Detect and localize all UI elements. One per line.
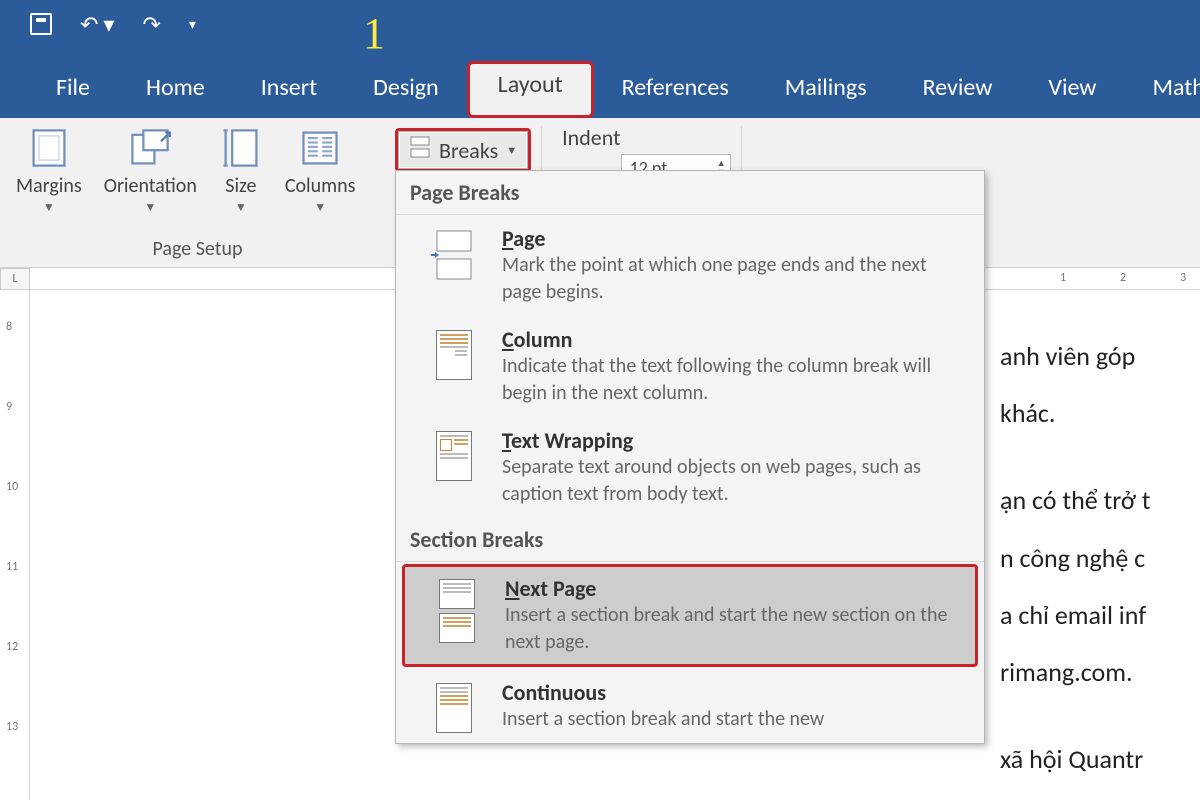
orientation-icon <box>128 126 172 170</box>
tab-review[interactable]: Review <box>895 59 1021 118</box>
breaks-dropdown: Page Breaks Page Mark the point at which… <box>395 170 985 744</box>
tab-mailings[interactable]: Mailings <box>757 59 895 118</box>
menu-item-title: Column <box>502 326 970 353</box>
size-icon <box>219 126 263 170</box>
breaks-item-page[interactable]: Page Mark the point at which one page en… <box>396 215 984 316</box>
text-wrapping-icon <box>424 427 484 508</box>
step2-highlight: Breaks ▼ <box>395 128 531 172</box>
breaks-section-header: Page Breaks <box>396 171 984 215</box>
columns-icon <box>298 126 342 170</box>
redo-button[interactable]: ↷ <box>142 11 160 38</box>
hruler-tick: 1 <box>1060 271 1066 285</box>
menu-item-desc: Separate text around objects on web page… <box>502 454 970 508</box>
breaks-section-header: Section Breaks <box>396 518 984 562</box>
tab-file[interactable]: File <box>28 59 118 118</box>
menu-item-desc: Insert a section break and start the new <box>502 706 970 733</box>
margins-label: Margins <box>16 174 82 198</box>
vruler-tick: 12 <box>6 640 18 654</box>
doc-line: n công nghệ c <box>1000 530 1200 587</box>
menu-item-desc: Indicate that the text following the col… <box>502 353 970 407</box>
vruler-tick: 11 <box>6 560 18 574</box>
margins-button[interactable]: Margins ▼ <box>10 124 88 217</box>
breaks-item-next-page[interactable]: Next Page Insert a section break and sta… <box>402 564 978 667</box>
orientation-button[interactable]: Orientation ▼ <box>98 124 203 217</box>
quick-access-toolbar: ↶ ▾ ↷ ▾ <box>0 0 1200 48</box>
group-label-page-setup: Page Setup <box>10 237 385 265</box>
menu-item-title: Continuous <box>502 679 970 706</box>
chevron-down-icon: ▼ <box>506 144 517 157</box>
chevron-down-icon: ▼ <box>314 200 326 215</box>
tab-home[interactable]: Home <box>118 59 233 118</box>
tab-layout[interactable]: Layout <box>467 61 594 118</box>
margins-icon <box>27 126 71 170</box>
vruler-tick: 10 <box>6 480 18 494</box>
vruler-tick: 13 <box>6 720 18 734</box>
columns-button[interactable]: Columns ▼ <box>279 124 362 217</box>
save-icon[interactable] <box>30 13 52 35</box>
customize-qat-button[interactable]: ▾ <box>189 16 196 33</box>
tab-insert[interactable]: Insert <box>233 59 345 118</box>
doc-line: xã hội Quantr <box>1000 731 1200 788</box>
breaks-item-text-wrapping[interactable]: Text Wrapping Separate text around objec… <box>396 417 984 518</box>
menu-item-title: Next Page <box>505 575 965 602</box>
ribbon-tabs: File Home Insert Design Layout Reference… <box>0 48 1200 118</box>
breaks-button[interactable]: Breaks ▼ <box>398 131 528 169</box>
tab-design[interactable]: Design <box>345 59 467 118</box>
column-break-icon <box>424 326 484 407</box>
orientation-label: Orientation <box>104 174 197 198</box>
menu-item-desc: Mark the point at which one page ends an… <box>502 252 970 306</box>
doc-line: khác. <box>1000 385 1200 442</box>
page-break-icon <box>424 225 484 306</box>
indent-label: Indent <box>562 124 620 151</box>
breaks-icon <box>409 136 431 164</box>
document-body-text[interactable]: anh viên góp khác. ạn có thể trở t n côn… <box>1000 328 1200 788</box>
tab-view[interactable]: View <box>1020 59 1124 118</box>
vertical-ruler[interactable]: 8 9 10 11 12 13 <box>0 290 30 800</box>
step-callout-1: 1 <box>363 8 385 59</box>
vruler-tick: 9 <box>6 400 12 414</box>
doc-line: rimang.com. <box>1000 644 1200 701</box>
doc-line: a chỉ email inf <box>1000 587 1200 644</box>
menu-item-desc: Insert a section break and start the new… <box>505 602 965 656</box>
breaks-item-continuous[interactable]: Continuous Insert a section break and st… <box>396 669 984 743</box>
breaks-label: Breaks <box>439 137 498 164</box>
breaks-item-column[interactable]: Column Indicate that the text following … <box>396 316 984 417</box>
vruler-tick: 8 <box>6 320 12 334</box>
hruler-tick: 3 <box>1180 271 1186 285</box>
doc-line: ạn có thể trở t <box>1000 472 1200 529</box>
tab-mathtype[interactable]: MathType <box>1124 59 1200 118</box>
tab-references[interactable]: References <box>594 59 757 118</box>
ruler-corner: L <box>0 268 30 290</box>
columns-label: Columns <box>285 174 356 198</box>
size-label: Size <box>225 174 256 198</box>
chevron-down-icon: ▼ <box>235 200 247 215</box>
chevron-down-icon: ▼ <box>144 200 156 215</box>
chevron-down-icon: ▼ <box>43 200 55 215</box>
menu-item-title: Page <box>502 225 970 252</box>
size-button[interactable]: Size ▼ <box>213 124 269 217</box>
doc-line: anh viên góp <box>1000 328 1200 385</box>
undo-button[interactable]: ↶ ▾ <box>80 11 114 38</box>
menu-item-title: Text Wrapping <box>502 427 970 454</box>
continuous-section-icon <box>424 679 484 733</box>
hruler-tick: 2 <box>1120 271 1126 285</box>
next-page-section-icon <box>427 575 487 656</box>
